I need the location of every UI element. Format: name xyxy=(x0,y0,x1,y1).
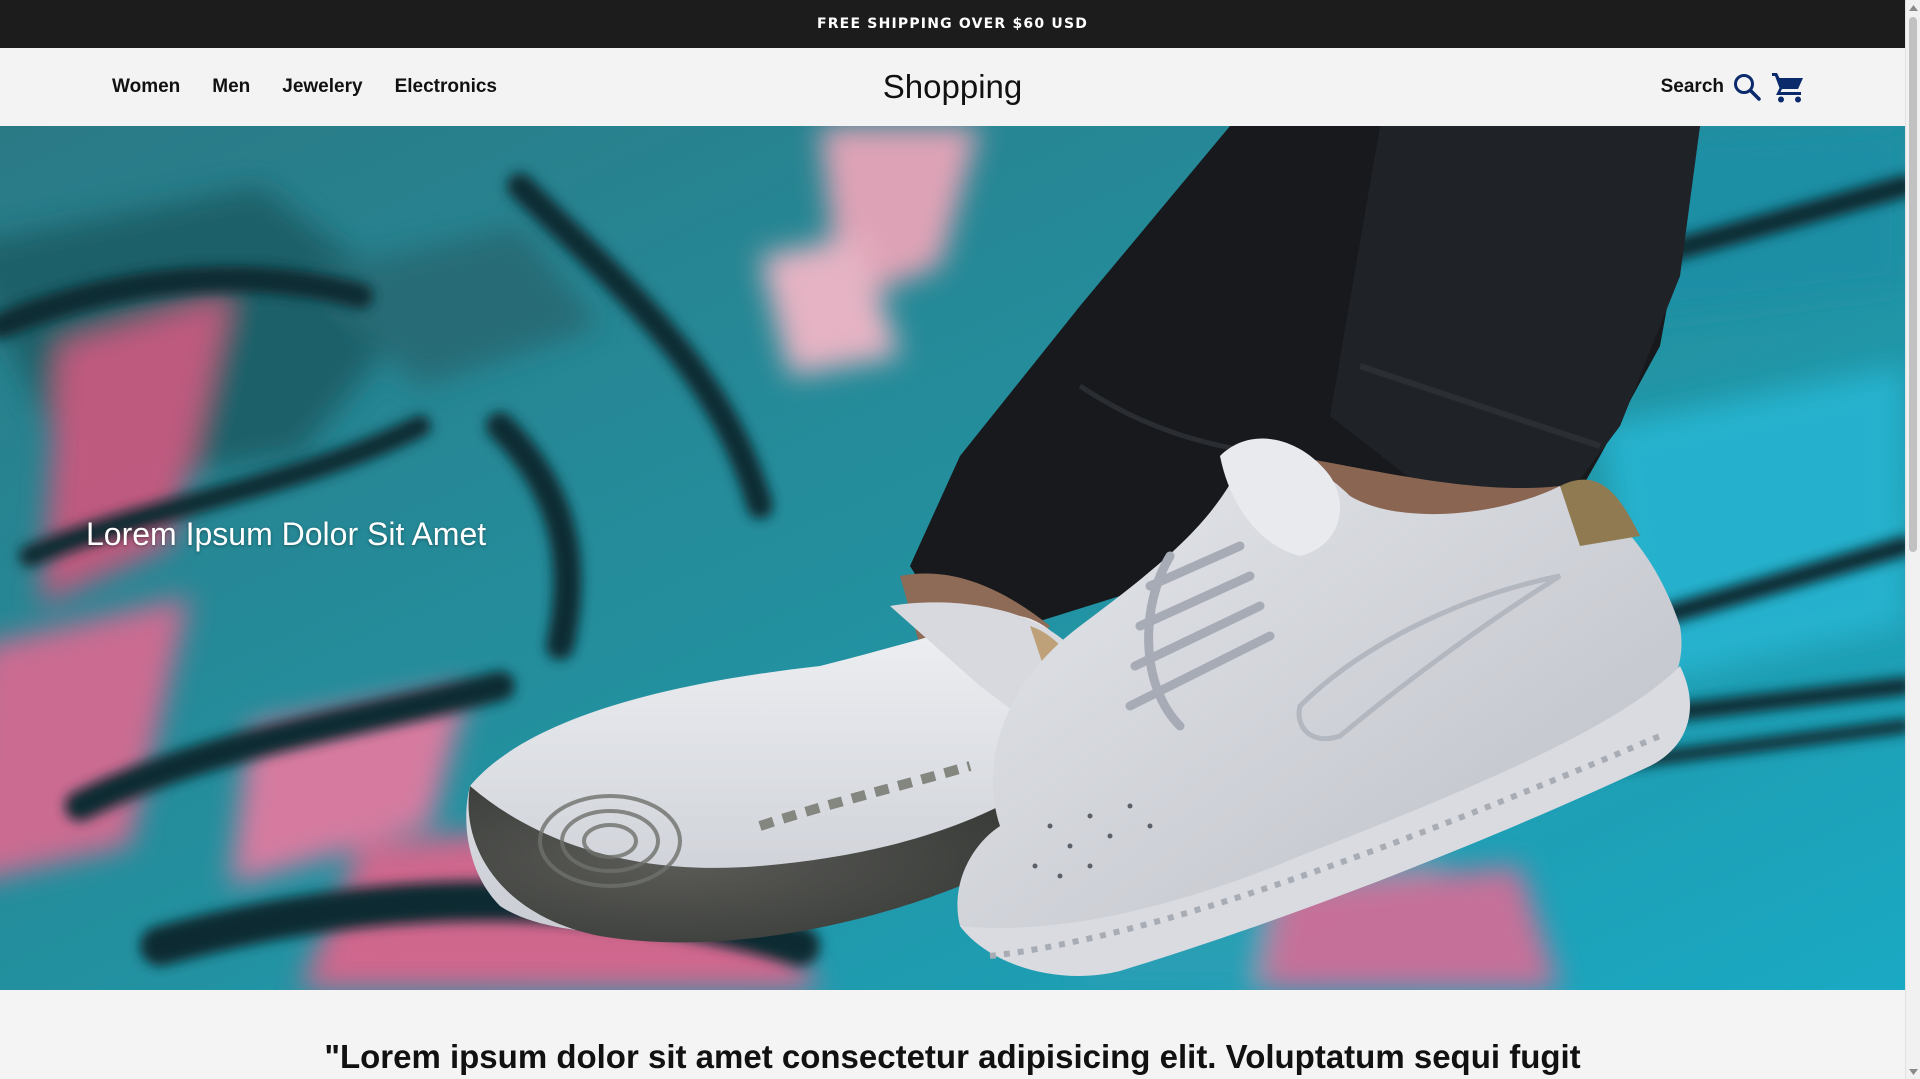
scrollbar-thumb[interactable] xyxy=(1909,17,1917,552)
nav-link-electronics[interactable]: Electronics xyxy=(395,76,497,98)
scroll-down-arrow-icon[interactable] xyxy=(1906,1064,1920,1079)
hero-heading: Lorem Ipsum Dolor Sit Amet xyxy=(86,516,487,552)
brand-logo[interactable]: Shopping xyxy=(883,68,1022,106)
navbar: Women Men Jewelery Electronics Shopping … xyxy=(0,48,1905,126)
nav-link-women[interactable]: Women xyxy=(112,76,180,98)
scroll-up-arrow-icon[interactable] xyxy=(1906,0,1920,15)
quote-section: "Lorem ipsum dolor sit amet consectetur … xyxy=(0,990,1905,1079)
nav-link-men[interactable]: Men xyxy=(212,76,250,98)
page-scrollbar[interactable] xyxy=(1905,0,1920,1079)
page: FREE SHIPPING OVER $60 USD Women Men Jew… xyxy=(0,0,1920,1079)
nav-actions: Search xyxy=(1661,48,1806,126)
search-label[interactable]: Search xyxy=(1661,76,1724,98)
quote-text: "Lorem ipsum dolor sit amet consectetur … xyxy=(324,1038,1581,1075)
cart-icon[interactable] xyxy=(1770,70,1806,104)
hero-banner: Lorem Ipsum Dolor Sit Amet xyxy=(0,126,1905,990)
announcement-bar: FREE SHIPPING OVER $60 USD xyxy=(0,0,1905,48)
main-content: FREE SHIPPING OVER $60 USD Women Men Jew… xyxy=(0,0,1905,1079)
category-nav: Women Men Jewelery Electronics xyxy=(112,48,497,126)
hero-image xyxy=(0,126,1905,990)
announcement-text: FREE SHIPPING OVER $60 USD xyxy=(816,16,1089,32)
nav-link-jewelery[interactable]: Jewelery xyxy=(282,76,362,98)
search-icon[interactable] xyxy=(1732,72,1762,102)
